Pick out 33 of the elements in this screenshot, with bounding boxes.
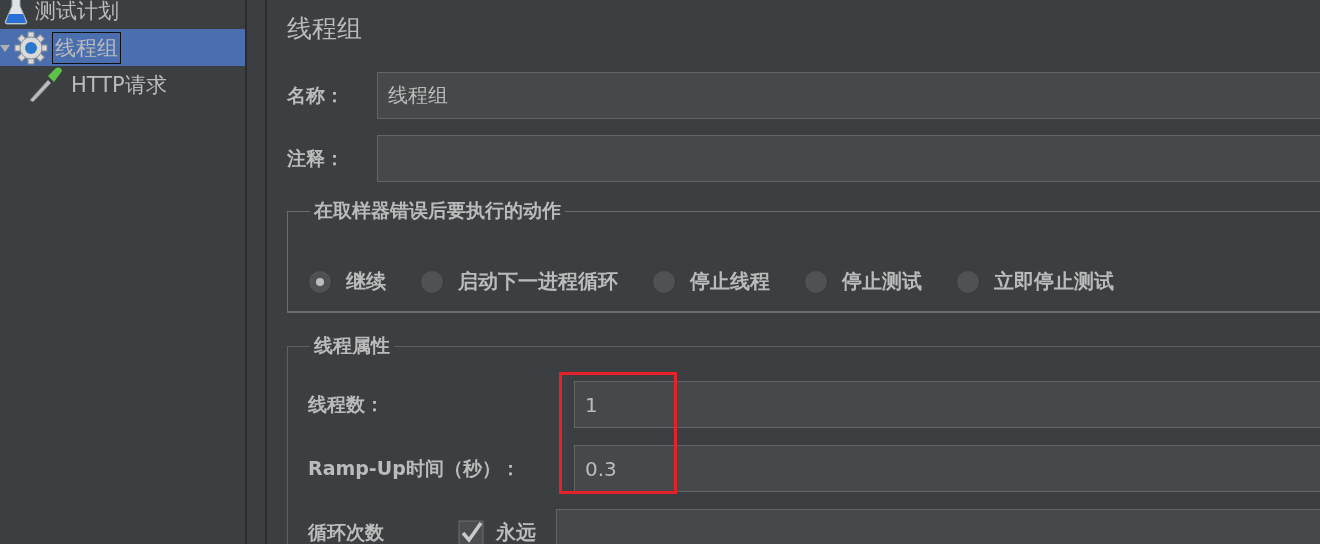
radio-label[interactable]: 启动下一进程循环 bbox=[458, 268, 618, 295]
text-field[interactable]: 线程组 bbox=[377, 72, 1320, 119]
radio-button[interactable] bbox=[804, 269, 828, 294]
splitter[interactable] bbox=[245, 0, 267, 544]
tree-row-background[interactable]: HTTP请求 bbox=[0, 66, 245, 103]
gear-icon bbox=[14, 30, 48, 65]
radio-button[interactable] bbox=[420, 269, 444, 294]
radio-button[interactable] bbox=[652, 269, 676, 294]
radio-button[interactable] bbox=[956, 269, 980, 294]
checkbox-label[interactable]: 永远 bbox=[496, 519, 536, 544]
field-label: 注释： bbox=[287, 145, 345, 171]
caret-icon[interactable] bbox=[0, 42, 10, 53]
panel-title: 线程组 bbox=[287, 13, 363, 45]
radio-label[interactable]: 立即停止测试 bbox=[994, 268, 1114, 295]
group-legend: 线程属性 bbox=[310, 333, 394, 359]
radio-label[interactable]: 继续 bbox=[346, 268, 386, 295]
radio-label[interactable]: 停止测试 bbox=[842, 268, 922, 295]
field-label: 名称： bbox=[287, 82, 345, 108]
field-label: Ramp-Up时间（秒）： bbox=[308, 455, 521, 481]
text-field[interactable] bbox=[556, 509, 1320, 544]
text-field[interactable] bbox=[377, 135, 1320, 182]
tree-item-label[interactable]: HTTP请求 bbox=[68, 68, 170, 101]
flask-icon bbox=[4, 0, 28, 25]
text-field[interactable]: 1 bbox=[574, 381, 1320, 428]
checkbox[interactable] bbox=[458, 519, 484, 544]
tree-row-background[interactable]: 测试计划 bbox=[0, 0, 245, 29]
field-label: 循环次数 bbox=[308, 519, 385, 544]
tree-item-label[interactable]: 测试计划 bbox=[32, 0, 122, 27]
field-label: 线程数： bbox=[308, 391, 385, 417]
radio-label[interactable]: 停止线程 bbox=[690, 268, 770, 295]
group-legend: 在取样器错误后要执行的动作 bbox=[310, 198, 565, 224]
text-field[interactable]: 0.3 bbox=[574, 445, 1320, 492]
radio-button[interactable] bbox=[308, 269, 332, 294]
